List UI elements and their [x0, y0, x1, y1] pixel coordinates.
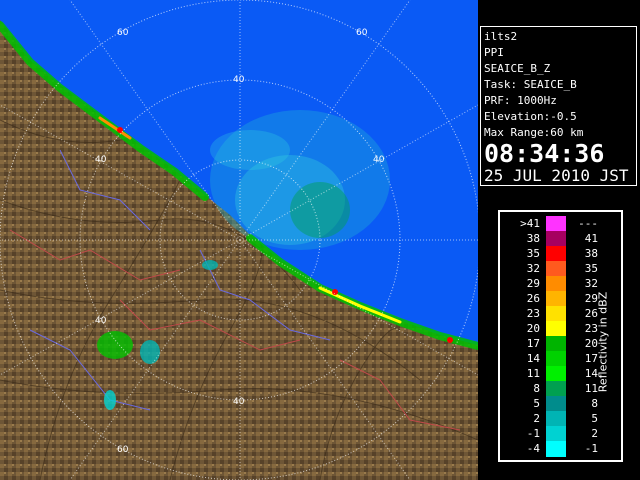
legend-row: 20 23	[506, 321, 598, 337]
legend-color-swatch	[546, 276, 566, 292]
legend-lower-value: 23	[526, 307, 540, 320]
legend-row: 29 32	[506, 276, 598, 292]
legend-color-swatch	[546, 306, 566, 322]
sea-echo-cluster	[210, 110, 390, 250]
elevation-value: Elevation:-0.5	[484, 110, 577, 123]
range-label: 40	[373, 155, 385, 165]
legend-row: >41 ---	[506, 216, 598, 232]
legend-lower-value: 17	[526, 337, 540, 350]
legend-row: 17 20	[506, 336, 598, 352]
legend-color-swatch	[546, 246, 566, 262]
site-name: ilts2	[484, 30, 518, 43]
legend-color-swatch	[546, 366, 566, 382]
legend-row: 32 35	[506, 261, 598, 277]
legend-lower-value: 26	[526, 292, 540, 305]
legend-lower-value: 35	[526, 247, 540, 260]
reflectivity-legend: >41 --- 38 41 35 38 32 35 29 32 26 29 23 26 20 23 17 20 14…	[498, 210, 623, 462]
legend-lower-value: 14	[526, 352, 540, 365]
legend-color-swatch	[546, 336, 566, 352]
scan-date: 25 JUL 2010 JST	[484, 166, 629, 185]
legend-color-swatch	[546, 291, 566, 307]
legend-row: 58	[506, 396, 598, 412]
legend-lower-value: 32	[526, 262, 540, 275]
radar-info-panel: ilts2 PPI SEAICE_B_Z Task: SEAICE_B PRF:…	[480, 26, 637, 186]
legend-color-swatch	[546, 396, 566, 412]
range-label: 40	[233, 75, 245, 85]
legend-color-swatch	[546, 426, 566, 442]
legend-upper-value: ---	[578, 217, 598, 230]
range-label: 40	[233, 397, 245, 407]
product-type: PPI	[484, 46, 504, 59]
legend-color-swatch	[546, 261, 566, 277]
radar-ppi-map: 60 40 60 40 40 40 40 60	[0, 0, 478, 480]
legend-lower-value: >41	[520, 217, 540, 230]
legend-row: 35 38	[506, 246, 598, 262]
legend-lower-value: 38	[526, 232, 540, 245]
legend-color-swatch	[546, 231, 566, 247]
range-label: 60	[117, 28, 129, 38]
legend-color-swatch	[546, 411, 566, 427]
legend-lower-value: -1	[526, 427, 540, 440]
legend-color-swatch	[546, 321, 566, 337]
legend-row: 14 17	[506, 351, 598, 367]
legend-lower-value: 8	[533, 382, 540, 395]
legend-lower-value: 20	[526, 322, 540, 335]
range-label: 60	[117, 445, 129, 455]
range-label: 40	[95, 316, 107, 326]
prf-value: PRF: 1000Hz	[484, 94, 557, 107]
legend-lower-value: 29	[526, 277, 540, 290]
legend-lower-value: 5	[533, 397, 540, 410]
legend-color-swatch	[546, 441, 566, 457]
legend-color-swatch	[546, 381, 566, 397]
legend-row: -4 -1	[506, 441, 598, 457]
legend-row: 38 41	[506, 231, 598, 247]
legend-lower-value: 11	[526, 367, 540, 380]
range-label: 60	[356, 28, 368, 38]
legend-row: 26 29	[506, 291, 598, 307]
legend-row: 25	[506, 411, 598, 427]
range-label: 40	[95, 155, 107, 165]
legend-color-swatch	[546, 351, 566, 367]
scan-time: 08:34:36	[484, 139, 605, 168]
legend-row: 11 14	[506, 366, 598, 382]
legend-row: 23 26	[506, 306, 598, 322]
legend-row: 8 11	[506, 381, 598, 397]
legend-lower-value: -4	[526, 442, 540, 455]
legend-row: -1 2	[506, 426, 598, 442]
legend-lower-value: 2	[533, 412, 540, 425]
legend-unit-label: Reflectivity in dBZ	[596, 291, 610, 393]
field-name: SEAICE_B_Z	[484, 62, 551, 75]
task-name: Task: SEAICE_B	[484, 78, 577, 91]
legend-color-swatch	[546, 216, 566, 232]
